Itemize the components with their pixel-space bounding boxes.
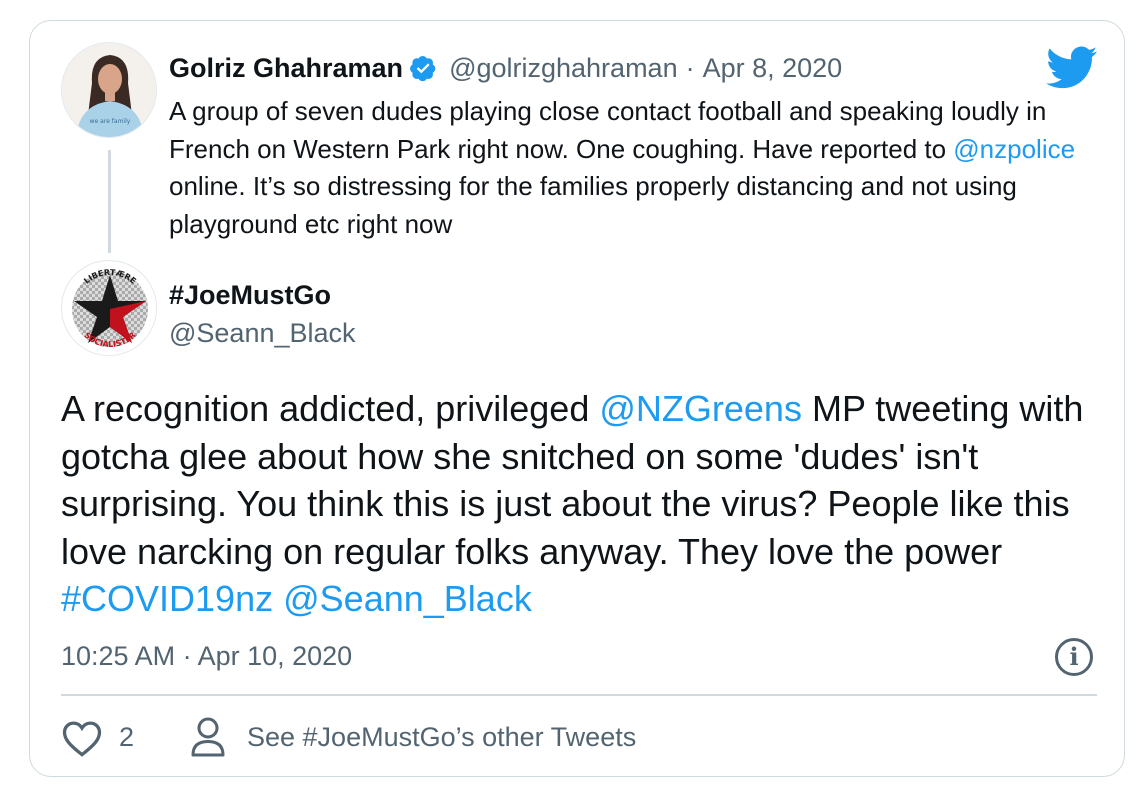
- quoted-tweet-text: A group of seven dudes playing close con…: [169, 93, 1099, 243]
- quoted-author-avatar[interactable]: we are family: [61, 42, 157, 138]
- divider: [61, 694, 1097, 696]
- see-other-tweets-link[interactable]: See #JoeMustGo’s other Tweets: [247, 722, 636, 753]
- libertaere-socialister-star-logo: LIBERTÆRE SOCIALISTER: [63, 262, 156, 355]
- quoted-author-name[interactable]: Golriz Ghahraman: [169, 53, 403, 84]
- heart-icon[interactable]: [61, 718, 103, 758]
- quoted-tweet-date[interactable]: Apr 8, 2020: [703, 53, 843, 84]
- twitter-bird-icon[interactable]: [1046, 46, 1098, 90]
- tweet-text-part1: A recognition addicted, privileged: [61, 388, 600, 429]
- author-avatar[interactable]: LIBERTÆRE SOCIALISTER: [61, 260, 157, 356]
- avatar-shirt-text: we are family: [90, 118, 131, 125]
- info-icon[interactable]: i: [1055, 638, 1093, 676]
- header-separator: ·: [685, 52, 695, 83]
- quoted-tweet-header: Golriz Ghahraman @golrizghahraman · Apr …: [169, 49, 842, 87]
- tweet-text-space: [273, 578, 283, 619]
- person-icon[interactable]: [190, 716, 226, 758]
- quoted-text-part2: online. It’s so distressing for the fami…: [169, 171, 1017, 239]
- quoted-author-handle[interactable]: @golrizghahraman: [449, 53, 678, 84]
- mention-nzpolice[interactable]: @nzpolice: [953, 134, 1075, 164]
- tweet-text: A recognition addicted, privileged @NZGr…: [61, 385, 1091, 623]
- mention-nzgreens[interactable]: @NZGreens: [599, 388, 802, 429]
- thread-connector-line: [108, 150, 111, 253]
- illustrated-portrait-avatar: we are family: [62, 43, 156, 137]
- like-count[interactable]: 2: [119, 722, 134, 753]
- hashtag-covid19nz[interactable]: #COVID19nz: [61, 578, 273, 619]
- quoted-text-part1: A group of seven dudes playing close con…: [169, 96, 1047, 164]
- verified-badge-icon: [409, 54, 437, 82]
- author-handle[interactable]: @Seann_Black: [169, 318, 356, 349]
- mention-seann-black[interactable]: @Seann_Black: [283, 578, 532, 619]
- tweet-timestamp[interactable]: 10:25 AM · Apr 10, 2020: [61, 641, 352, 672]
- author-name[interactable]: #JoeMustGo: [169, 280, 331, 311]
